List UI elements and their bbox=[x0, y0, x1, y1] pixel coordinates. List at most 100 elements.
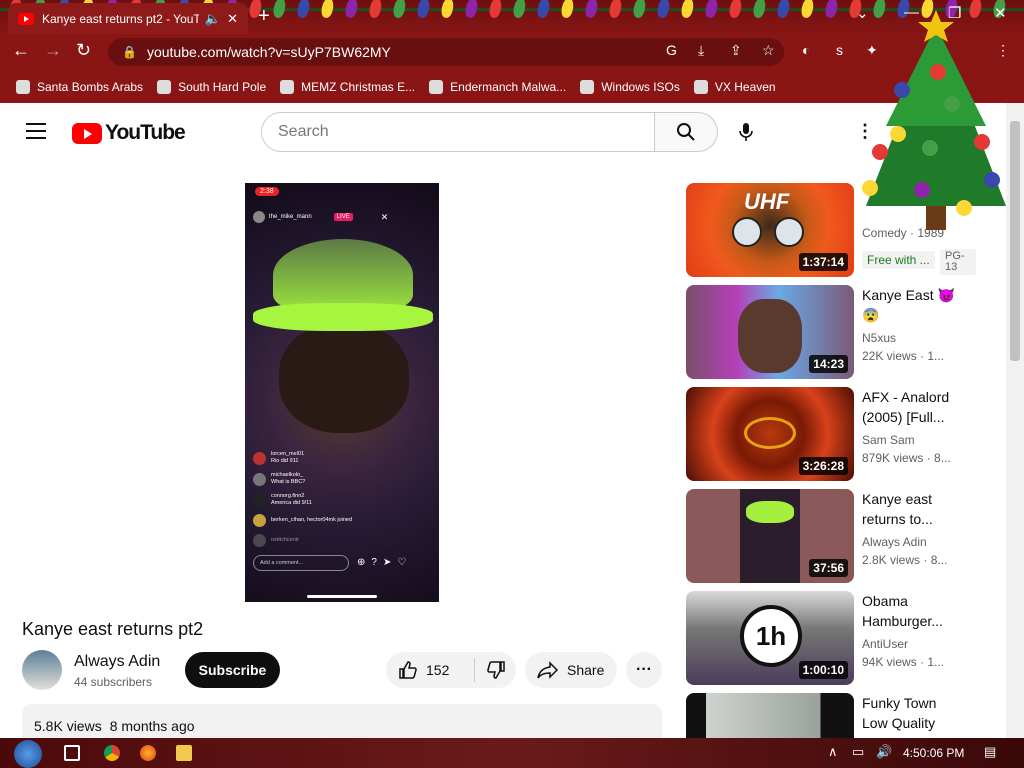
dislike-button[interactable] bbox=[475, 660, 516, 680]
light-bulb bbox=[776, 0, 791, 19]
recommendation-title[interactable]: AFX - Analord (2005) [Full... bbox=[862, 387, 958, 427]
video-player[interactable]: 2:38 the_mike_mann LIVE ✕ lorcen_mel01 Ri… bbox=[245, 183, 439, 602]
light-bulb bbox=[272, 0, 287, 19]
video-duration: 1:00:10 bbox=[798, 661, 848, 679]
streamer-name: the_mike_mann bbox=[269, 214, 312, 220]
streamer-avatar bbox=[253, 211, 265, 223]
light-bulb bbox=[632, 0, 647, 19]
light-bulb bbox=[560, 0, 575, 19]
reload-icon[interactable]: ↻ bbox=[76, 40, 91, 61]
recommendation-title[interactable]: Kanye East 😈😨 bbox=[862, 285, 958, 325]
video-thumbnail[interactable]: 14:23 bbox=[686, 285, 854, 379]
thumbs-down-icon bbox=[486, 661, 505, 679]
video-thumbnail[interactable]: 3:26:28 bbox=[686, 387, 854, 481]
recommendation-title[interactable]: Funky Town Low Quality bbox=[862, 693, 958, 733]
stream-header: the_mike_mann LIVE ✕ bbox=[253, 211, 388, 223]
share-button[interactable]: Share bbox=[525, 652, 617, 688]
bookmark-item[interactable]: Santa Bombs Arabs bbox=[16, 79, 143, 94]
lock-icon: 🔒 bbox=[122, 45, 137, 59]
file-explorer-icon[interactable] bbox=[176, 745, 192, 761]
recommendation-item[interactable]: 14:23 Kanye East 😈😨 N5xus 22K views · 1.… bbox=[686, 285, 1006, 379]
channel-name[interactable]: Always Adin bbox=[74, 653, 160, 671]
new-tab-button[interactable]: + bbox=[258, 5, 270, 28]
share-page-icon[interactable]: ⇪ bbox=[730, 42, 742, 59]
bookmark-item[interactable]: Endermanch Malwa... bbox=[429, 79, 566, 94]
light-bulb bbox=[368, 0, 383, 19]
recommendation-meta: 94K views · 1... bbox=[862, 655, 945, 669]
chrome-taskbar-icon[interactable] bbox=[104, 745, 120, 761]
bookmark-star-icon[interactable]: ☆ bbox=[762, 42, 775, 59]
description-box[interactable]: 5.8K views 8 months ago bbox=[22, 704, 662, 738]
video-duration: 3:26:28 bbox=[798, 457, 848, 475]
url-text: youtube.com/watch?v=sUyP7BW62MY bbox=[146, 44, 391, 60]
share-label: Share bbox=[567, 662, 605, 678]
video-thumbnail[interactable]: 37:56 bbox=[686, 489, 854, 583]
volume-icon[interactable]: 🔊 bbox=[876, 744, 892, 760]
recommendation-item[interactable]: 3:26:28 AFX - Analord (2005) [Full... Sa… bbox=[686, 387, 1006, 481]
bookmark-item[interactable]: Windows ISOs bbox=[580, 79, 680, 94]
google-icon[interactable]: G bbox=[666, 42, 677, 58]
comment-avatar bbox=[253, 493, 266, 507]
youtube-logo[interactable]: YouTube bbox=[72, 121, 186, 145]
voice-search-button[interactable] bbox=[726, 112, 766, 152]
bookmark-item[interactable]: MEMZ Christmas E... bbox=[280, 79, 415, 94]
light-bulb bbox=[296, 0, 311, 19]
recommendation-item[interactable]: 1h 1:00:10 Obama Hamburger... AntiUser 9… bbox=[686, 591, 1006, 685]
browser-tab[interactable]: Kanye east returns pt2 - YouTube 🔈 ✕ bbox=[8, 3, 248, 34]
light-bulb bbox=[320, 0, 335, 19]
recommendation-meta: 22K views · 1... bbox=[862, 349, 945, 363]
recommendation-item[interactable]: Funky Town Low Quality bbox=[686, 693, 1006, 738]
notifications-icon[interactable]: ▤ bbox=[984, 744, 996, 760]
firefox-taskbar-icon[interactable] bbox=[140, 745, 156, 761]
comment-avatar bbox=[253, 534, 266, 547]
hamburger-menu-icon[interactable] bbox=[26, 123, 46, 144]
video-duration: 37:56 bbox=[809, 559, 848, 577]
bookmark-favicon-icon bbox=[429, 79, 444, 94]
video-thumbnail[interactable] bbox=[686, 693, 854, 738]
recommendation-title[interactable]: Kanye east returns to... bbox=[862, 489, 958, 529]
light-bulb bbox=[680, 0, 695, 19]
install-icon[interactable]: ⤓ bbox=[698, 42, 704, 59]
like-button[interactable]: 152 bbox=[386, 652, 474, 688]
tab-close-icon[interactable]: ✕ bbox=[227, 11, 238, 27]
stream-comment: michaelkolo_ What is BBC? bbox=[253, 472, 423, 486]
light-bulb bbox=[704, 0, 719, 19]
subscribe-button[interactable]: Subscribe bbox=[185, 652, 280, 688]
extension-flag-icon[interactable]: ◐ bbox=[802, 42, 810, 58]
recommendation-item[interactable]: 37:56 Kanye east returns to... Always Ad… bbox=[686, 489, 1006, 583]
network-icon[interactable]: ▭ bbox=[852, 744, 864, 760]
search-input[interactable] bbox=[261, 112, 655, 152]
bookmark-item[interactable]: VX Heaven bbox=[693, 79, 776, 94]
back-icon[interactable]: ← bbox=[12, 40, 30, 61]
youtube-play-icon bbox=[72, 122, 102, 144]
tray-expand-icon[interactable]: ∧ bbox=[828, 744, 838, 760]
task-view-icon[interactable] bbox=[64, 745, 80, 761]
extension-s-icon[interactable]: s bbox=[836, 42, 843, 58]
bookmark-item[interactable]: South Hard Pole bbox=[157, 79, 266, 94]
channel-avatar[interactable] bbox=[22, 650, 62, 690]
more-actions-button[interactable]: ··· bbox=[626, 652, 662, 688]
taskbar-clock[interactable]: 4:50:06 PM bbox=[903, 746, 964, 760]
recommendation-title[interactable]: Obama Hamburger... bbox=[862, 591, 958, 631]
light-bulb bbox=[656, 0, 671, 19]
stream-comments: lorcen_mel01 Rio did 911 michaelkolo_ What… bbox=[253, 451, 423, 554]
address-bar[interactable]: 🔒 youtube.com/watch?v=sUyP7BW62MY bbox=[108, 38, 784, 66]
start-button[interactable] bbox=[14, 740, 42, 768]
thumbnail-art bbox=[774, 217, 804, 247]
search-button[interactable] bbox=[654, 112, 718, 152]
audio-icon[interactable]: 🔈 bbox=[205, 11, 221, 27]
bookmark-favicon-icon bbox=[16, 79, 30, 94]
thumbnail-art: UHF bbox=[744, 189, 790, 214]
light-bulb bbox=[488, 0, 503, 19]
bookmark-favicon-icon bbox=[693, 79, 708, 94]
video-thumbnail[interactable]: UHF 1:37:14 bbox=[686, 183, 854, 277]
youtube-favicon-icon bbox=[18, 12, 34, 25]
light-bulb bbox=[728, 0, 743, 19]
forward-icon[interactable]: → bbox=[44, 40, 62, 61]
video-duration: 1:37:14 bbox=[798, 253, 848, 271]
video-thumbnail[interactable]: 1h 1:00:10 bbox=[686, 591, 854, 685]
stream-comment-input: Add a comment... bbox=[253, 555, 349, 571]
youtube-wordmark: YouTube bbox=[105, 121, 186, 144]
comment-avatar bbox=[253, 451, 266, 465]
microphone-icon bbox=[739, 123, 753, 141]
